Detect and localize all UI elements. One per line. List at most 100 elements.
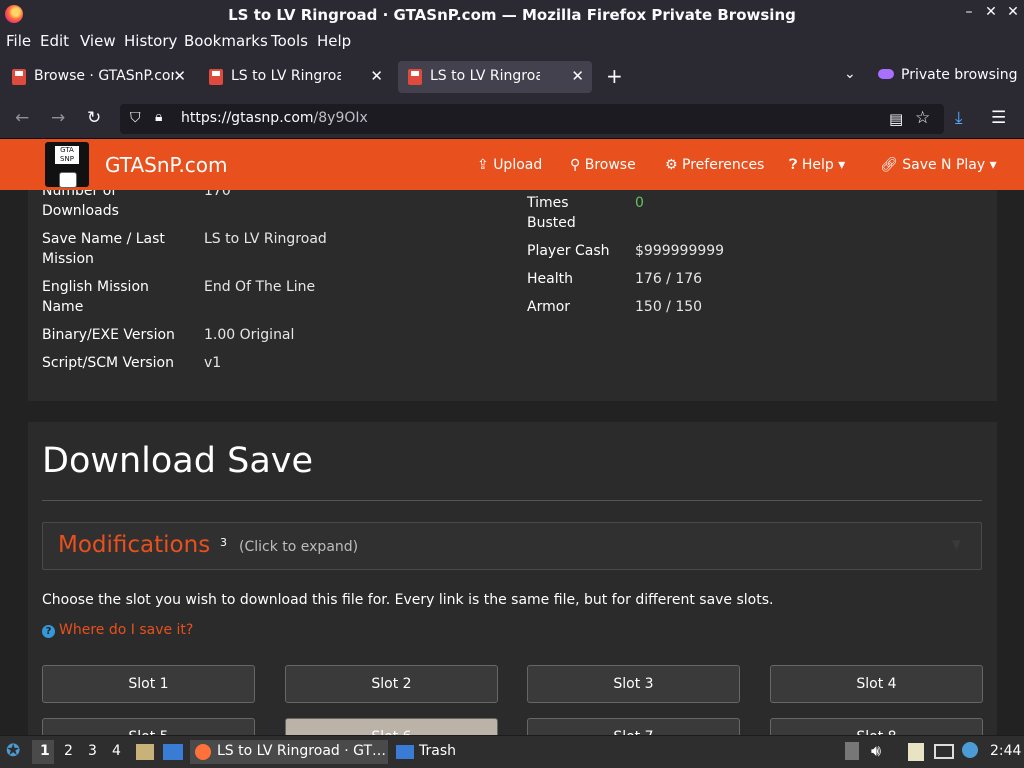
detail-value: 170	[204, 190, 231, 199]
forward-arrow-icon[interactable]: →	[51, 108, 65, 128]
detail-key: Binary/EXE Version	[42, 327, 175, 343]
modifications-title: Modifications	[58, 532, 211, 558]
slot-6-button[interactable]: Slot 6	[285, 718, 498, 735]
back-arrow-icon[interactable]: ←	[15, 108, 29, 128]
where-save-link[interactable]: ? Where do I save it?	[42, 622, 193, 638]
hamburger-menu-icon[interactable]: ☰	[991, 108, 1006, 128]
title-bar: LS to LV Ringroad · GTASnP.com — Mozilla…	[0, 0, 1024, 30]
where-save-label: Where do I save it?	[59, 622, 194, 638]
site-navbar: GTA SNP GTASnP.com ⇪ Upload ⚲ Browse ⚙ P…	[0, 139, 1024, 190]
nav-bar: ← → ↻ ⛉ 🔒︎ https://gtasnp.com/8y9OIx ▤ ☆…	[0, 100, 1024, 139]
slot-4-button[interactable]: Slot 4	[770, 665, 983, 703]
gtasnp-favicon-icon	[209, 69, 223, 85]
reload-icon[interactable]: ↻	[87, 108, 101, 128]
question-icon: ❓︎	[789, 157, 802, 173]
menu-tools[interactable]: Tools	[271, 32, 308, 50]
modifications-expander[interactable]: Modifications 3 (Click to expand) ▼	[42, 522, 982, 570]
tab-label: LS to LV Ringroad · GTASnP.com	[231, 68, 341, 84]
close-tab-icon[interactable]: ✕	[173, 67, 186, 85]
trash-label[interactable]: Trash	[419, 743, 456, 759]
detail-key: Health	[527, 271, 573, 287]
detail-value: $999999999	[635, 243, 725, 259]
menu-bookmarks[interactable]: Bookmarks	[184, 32, 268, 50]
menu-view[interactable]: View	[80, 32, 116, 50]
start-menu-icon[interactable]: ✪	[6, 741, 20, 761]
workspace-2[interactable]: 2	[64, 743, 73, 759]
modifications-count: 3	[220, 536, 227, 549]
menu-history[interactable]: History	[124, 32, 177, 50]
divider	[42, 500, 982, 501]
shield-icon[interactable]: ⛉	[130, 110, 141, 126]
nav-help[interactable]: ❓︎ Help ▾	[789, 157, 845, 173]
workspace-1[interactable]: 1	[40, 743, 50, 759]
close-tab-icon[interactable]: ✕	[571, 67, 584, 85]
new-tab-button[interactable]: +	[606, 64, 623, 88]
nav-help-label: Help ▾	[801, 157, 846, 173]
menu-bar: File Edit View History Bookmarks Tools H…	[0, 30, 1024, 54]
link-icon: 🔗︎	[880, 157, 903, 173]
url-text[interactable]: https://gtasnp.com/8y9OIx	[181, 110, 368, 126]
nav-save-n-play-label: Save N Play ▾	[902, 157, 997, 173]
close-tab-icon[interactable]: ✕	[370, 67, 383, 85]
slot-1-button[interactable]: Slot 1	[42, 665, 255, 703]
menu-edit[interactable]: Edit	[40, 32, 69, 50]
taskbar-window-label: LS to LV Ringroad · GT…	[217, 743, 387, 759]
close-button[interactable]: ✕	[1004, 4, 1022, 20]
trash-icon[interactable]	[396, 745, 414, 759]
slot-7-button[interactable]: Slot 7	[527, 718, 740, 735]
tab-ringroad-active[interactable]: LS to LV Ringroad · GTASnP.com ✕	[398, 61, 592, 93]
volume-icon[interactable]: 🔊︎	[871, 741, 881, 761]
upload-icon: ⇪	[477, 157, 494, 173]
nav-preferences-label: Preferences	[682, 157, 765, 173]
nav-browse-label: Browse	[584, 157, 636, 173]
notification-icon[interactable]	[962, 742, 978, 758]
network-icon[interactable]	[934, 744, 954, 759]
list-tabs-chevron-down-icon[interactable]: ⌄	[844, 66, 856, 82]
site-brand[interactable]: GTASnP.com	[105, 153, 228, 177]
detail-value: End Of The Line	[204, 279, 316, 295]
detail-key: Player Cash	[527, 243, 610, 259]
clock[interactable]: 2:44	[990, 743, 1021, 759]
detail-key: Number of Downloads	[42, 190, 119, 219]
slot-5-button[interactable]: Slot 5	[42, 718, 255, 735]
private-mask-icon	[878, 69, 894, 79]
search-icon: ⚲	[570, 157, 585, 173]
star-bookmark-icon[interactable]: ☆	[915, 108, 930, 128]
clipboard-icon[interactable]	[908, 743, 924, 761]
workspace-4[interactable]: 4	[112, 743, 121, 759]
slot-3-button[interactable]: Slot 3	[527, 665, 740, 703]
page-content: Number of Downloads 170 Save Name / Last…	[0, 190, 1024, 735]
slot-2-button[interactable]: Slot 2	[285, 665, 498, 703]
detail-value: 176 / 176	[635, 271, 703, 287]
tab-label: Browse · GTASnP.com	[34, 68, 174, 84]
download-icon[interactable]: ⤓	[955, 108, 963, 128]
nav-upload[interactable]: ⇪ Upload	[477, 157, 542, 173]
file-manager-icon[interactable]	[136, 744, 154, 760]
desktop-icon[interactable]	[163, 744, 183, 760]
url-bar[interactable]: ⛉ 🔒︎ https://gtasnp.com/8y9OIx ▤ ☆	[120, 104, 944, 134]
workspace-3[interactable]: 3	[88, 743, 97, 759]
updates-icon[interactable]	[845, 742, 859, 760]
nav-save-n-play[interactable]: 🔗︎ Save N Play ▾	[880, 157, 997, 173]
tab-browse[interactable]: Browse · GTASnP.com ✕	[2, 61, 192, 93]
firefox-icon	[195, 744, 211, 760]
menu-file[interactable]: File	[6, 32, 31, 50]
nav-upload-label: Upload	[493, 157, 543, 173]
gtasnp-favicon-icon	[408, 69, 422, 85]
maximize-button[interactable]: ✕	[982, 4, 1000, 20]
gtasnp-logo[interactable]: GTA SNP	[45, 142, 89, 188]
detail-value: 1.00 Original	[204, 327, 295, 343]
detail-value: LS to LV Ringroad	[204, 231, 327, 247]
minimize-button[interactable]: –	[960, 4, 978, 20]
nav-browse[interactable]: ⚲ Browse	[570, 157, 636, 173]
reader-view-icon[interactable]: ▤	[889, 110, 903, 128]
nav-preferences[interactable]: ⚙ Preferences	[665, 157, 764, 173]
menu-help[interactable]: Help	[317, 32, 351, 50]
detail-key: Script/SCM Version	[42, 355, 174, 371]
floppy-slot	[59, 172, 77, 188]
tab-ringroad-1[interactable]: LS to LV Ringroad · GTASnP.com ✕	[199, 61, 391, 93]
lock-icon[interactable]: 🔒︎	[155, 109, 162, 125]
slot-8-button[interactable]: Slot 8	[770, 718, 983, 735]
url-path: /8y9OIx	[313, 110, 368, 126]
taskbar: ✪ 1 2 3 4 LS to LV Ringroad · GT… Trash …	[0, 736, 1024, 768]
